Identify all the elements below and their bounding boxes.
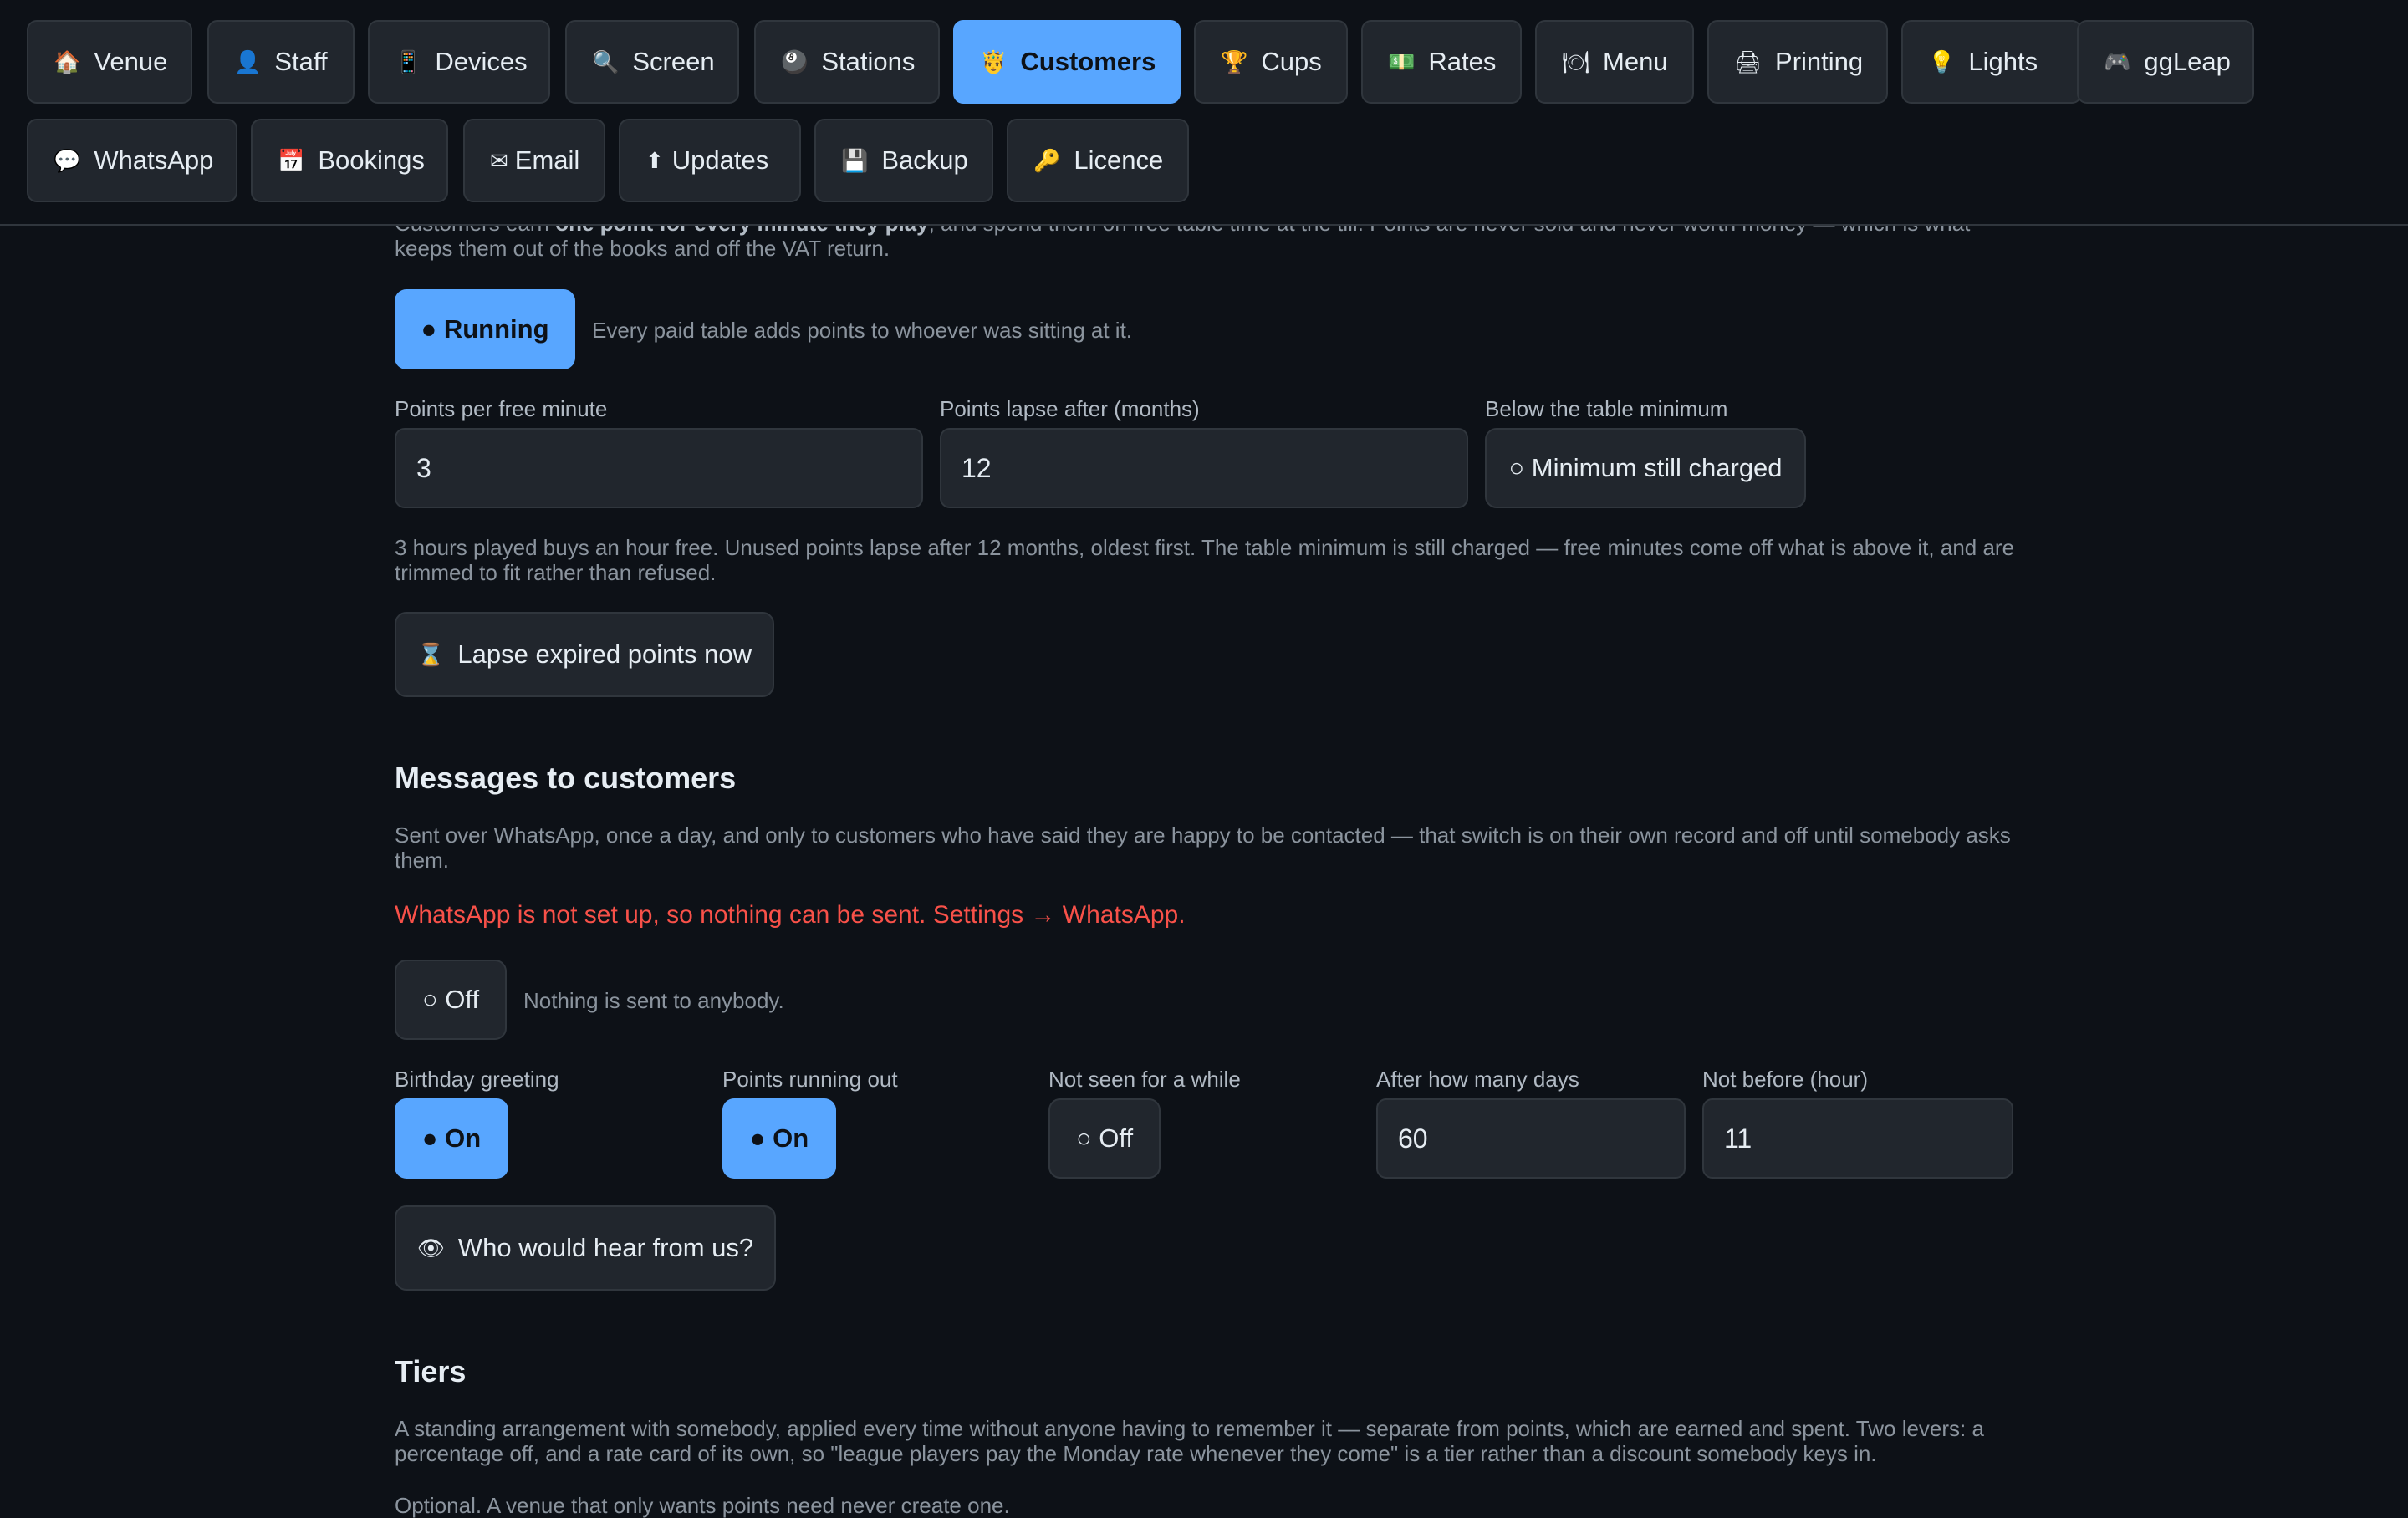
tab-rates[interactable]: 💵 Rates	[1361, 20, 1522, 104]
tiers-optional-note: Optional. A venue that only wants points…	[395, 1493, 1010, 1518]
tab-label: Stations	[821, 47, 916, 76]
settings-nav: 🏠 Venue 👤 Staff 📱 Devices 🔍 Screen 🎱 Sta…	[0, 0, 2408, 226]
banknote-icon: 💵	[1388, 48, 1416, 74]
tab-label: Rates	[1428, 47, 1497, 76]
tab-label: Screen	[632, 47, 715, 76]
points-per-minute-label: Points per free minute	[395, 396, 608, 421]
tiers-description: A standing arrangement with somebody, ap…	[395, 1416, 1984, 1466]
tab-label: Staff	[274, 47, 328, 76]
not-before-hour-label: Not before (hour)	[1702, 1067, 1868, 1092]
phone-icon: 📱	[395, 48, 422, 74]
tab-label: Bookings	[318, 145, 425, 175]
birthday-greeting-toggle[interactable]: ● On	[395, 1098, 508, 1179]
bulb-icon: 💡	[1928, 48, 1956, 74]
tab-label: Updates	[671, 145, 769, 175]
after-days-label: After how many days	[1376, 1067, 1579, 1092]
tab-label: ggLeap	[2144, 47, 2231, 76]
points-lapse-input[interactable]	[940, 428, 1468, 508]
not-seen-label: Not seen for a while	[1048, 1067, 1241, 1092]
points-running-out-toggle[interactable]: ● On	[722, 1098, 836, 1179]
tab-whatsapp[interactable]: 💬 WhatsApp	[27, 119, 237, 202]
tab-label: Menu	[1603, 47, 1668, 76]
points-per-minute-input[interactable]	[395, 428, 923, 508]
house-icon: 🏠	[54, 48, 81, 74]
tab-label: Lights	[1968, 47, 2038, 76]
tab-lights[interactable]: 💡 Lights	[1901, 20, 2082, 104]
plate-icon: 🍽	[1562, 48, 1590, 74]
tiers-heading: Tiers	[395, 1354, 467, 1388]
button-label: Lapse expired points now	[457, 639, 752, 669]
not-before-hour-input[interactable]	[1702, 1098, 2013, 1179]
tab-label: Printing	[1775, 47, 1864, 76]
customer-icon: 🤴	[980, 48, 1008, 74]
tab-label: Cups	[1261, 47, 1322, 76]
trophy-icon: 🏆	[1221, 48, 1248, 74]
points-summary: 3 hours played buys an hour free. Unused…	[395, 535, 2015, 585]
eight-ball-icon: 🎱	[781, 48, 809, 74]
tab-label: WhatsApp	[94, 145, 214, 175]
tab-updates[interactable]: ⬆ Updates	[619, 119, 801, 202]
up-arrow-icon: ⬆	[645, 147, 664, 173]
tab-backup[interactable]: 💾 Backup	[814, 119, 993, 202]
table-minimum-toggle[interactable]: ○ Minimum still charged	[1485, 428, 1806, 508]
tab-licence[interactable]: 🔑 Licence	[1007, 119, 1189, 202]
tab-bookings[interactable]: 📅 Bookings	[251, 119, 448, 202]
after-days-input[interactable]	[1376, 1098, 1686, 1179]
birthday-greeting-label: Birthday greeting	[395, 1067, 559, 1092]
tab-label: Customers	[1020, 47, 1156, 76]
tab-ggleap[interactable]: 🎮 ggLeap	[2077, 20, 2254, 104]
tab-label: Devices	[435, 47, 528, 76]
tab-staff[interactable]: 👤 Staff	[207, 20, 355, 104]
points-status-toggle[interactable]: ● Running	[395, 289, 575, 369]
printer-icon: 🖨	[1734, 48, 1763, 74]
points-running-out-label: Points running out	[722, 1067, 898, 1092]
tab-cups[interactable]: 🏆 Cups	[1194, 20, 1348, 104]
hourglass-icon: ⌛	[417, 641, 445, 667]
tab-label: Email	[514, 145, 580, 175]
tab-menu[interactable]: 🍽 Menu	[1535, 20, 1694, 104]
tab-email[interactable]: ✉ Email	[463, 119, 605, 202]
tab-devices[interactable]: 📱 Devices	[368, 20, 550, 104]
who-would-hear-button[interactable]: 👁 Who would hear from us?	[395, 1205, 776, 1291]
speech-bubble-icon: 💬	[54, 147, 81, 173]
tab-customers[interactable]: 🤴 Customers	[953, 20, 1181, 104]
messages-master-text: Nothing is sent to anybody.	[523, 988, 784, 1013]
messages-heading: Messages to customers	[395, 761, 737, 795]
tab-printing[interactable]: 🖨 Printing	[1707, 20, 1888, 104]
eye-icon: 👁	[416, 1235, 445, 1261]
button-label: Who would hear from us?	[457, 1233, 754, 1262]
points-lapse-label: Points lapse after (months)	[940, 396, 1200, 421]
messages-description: Sent over WhatsApp, once a day, and only…	[395, 823, 2011, 873]
tab-screen[interactable]: 🔍 Screen	[565, 20, 739, 104]
magnifier-icon: 🔍	[592, 48, 620, 74]
envelope-icon: ✉	[490, 147, 508, 173]
calendar-icon: 📅	[278, 147, 305, 173]
tab-label: Venue	[94, 47, 168, 76]
key-icon: 🔑	[1033, 147, 1061, 173]
tab-label: Licence	[1074, 145, 1164, 175]
points-status-text: Every paid table adds points to whoever …	[592, 318, 1133, 343]
floppy-disk-icon: 💾	[841, 147, 869, 173]
table-minimum-label: Below the table minimum	[1485, 396, 1728, 421]
tab-label: Backup	[881, 145, 968, 175]
messages-master-toggle[interactable]: ○ Off	[395, 960, 507, 1040]
whatsapp-warning: WhatsApp is not set up, so nothing can b…	[395, 901, 1186, 929]
lapse-expired-points-button[interactable]: ⌛ Lapse expired points now	[395, 612, 774, 697]
gamepad-icon: 🎮	[2104, 48, 2131, 74]
tab-stations[interactable]: 🎱 Stations	[754, 20, 940, 104]
tab-venue[interactable]: 🏠 Venue	[27, 20, 192, 104]
person-icon: 👤	[234, 48, 262, 74]
not-seen-toggle[interactable]: ○ Off	[1048, 1098, 1161, 1179]
